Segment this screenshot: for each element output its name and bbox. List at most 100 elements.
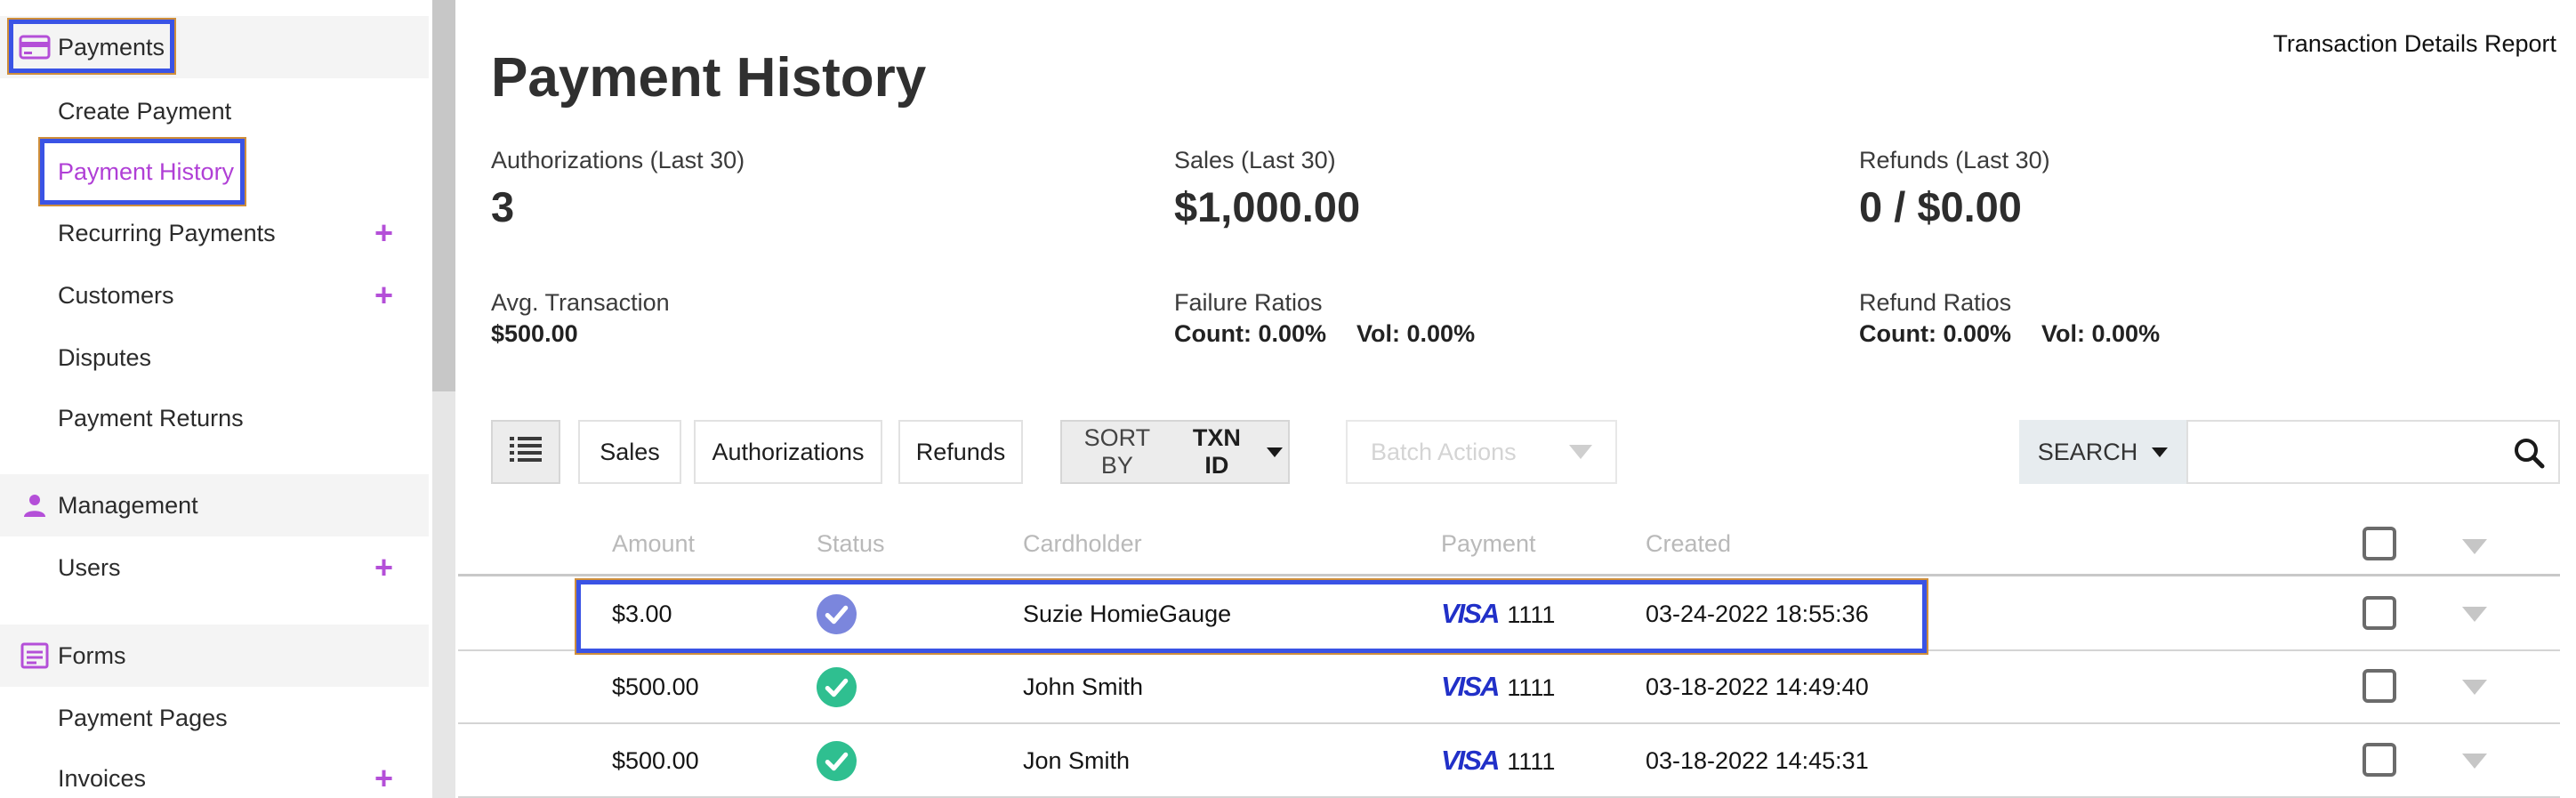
sidebar-item-payment-history[interactable]: Payment History xyxy=(0,141,429,203)
row-checkbox[interactable] xyxy=(2363,669,2396,703)
sidebar-item-forms[interactable]: Forms xyxy=(0,625,429,687)
sort-by-value: TXN ID xyxy=(1192,424,1241,479)
expand-plus-icon[interactable]: + xyxy=(374,552,393,584)
sidebar-item-label: Users xyxy=(58,553,121,581)
search-dropdown-label: SEARCH xyxy=(2037,438,2138,465)
sidebar-item-invoices[interactable]: Invoices + xyxy=(0,747,429,798)
row-dropdown-icon[interactable] xyxy=(2462,680,2487,699)
search-input[interactable] xyxy=(2197,425,2512,479)
form-icon xyxy=(19,642,51,669)
card-last4: 1111 xyxy=(1507,674,1556,701)
card-last4: 1111 xyxy=(1507,601,1556,628)
sort-by-dropdown[interactable]: SORT BY TXN ID xyxy=(1060,420,1290,484)
stat-sublabel: Failure Ratios xyxy=(1174,289,1323,316)
status-approved-icon xyxy=(817,741,857,781)
stat-subvalue: Count: 0.00% Vol: 0.00% xyxy=(1174,320,1475,348)
stat-subvalue: Count: 0.00% Vol: 0.00% xyxy=(1859,320,2160,348)
row-checkbox[interactable] xyxy=(2363,743,2396,777)
credit-card-icon xyxy=(19,34,51,60)
scrollbar-thumb[interactable] xyxy=(432,0,455,391)
sidebar-item-management[interactable]: Management xyxy=(0,474,429,536)
status-approved-icon xyxy=(817,667,857,707)
search-field-dropdown[interactable]: SEARCH xyxy=(2019,420,2186,484)
visa-logo: VISA xyxy=(1441,598,1500,629)
table-row[interactable]: $500.00 Jon Smith VISA 1111 03-18-2022 14… xyxy=(458,725,2560,798)
expand-plus-icon[interactable]: + xyxy=(374,762,393,794)
stat-label: Authorizations (Last 30) xyxy=(491,147,745,173)
cardholder-cell: Suzie HomieGauge xyxy=(1023,601,1232,627)
search-icon[interactable] xyxy=(2512,436,2546,474)
sidebar-item-label: Payment Pages xyxy=(58,704,228,731)
stat-value: 0 / $0.00 xyxy=(1859,183,2022,230)
stat-sublabel: Avg. Transaction xyxy=(491,289,670,316)
filter-refunds-button[interactable]: Refunds xyxy=(898,420,1023,484)
table-header-row: Amount Status Cardholder Payment Created xyxy=(458,516,2560,576)
created-cell: 03-24-2022 18:55:36 xyxy=(1646,601,1869,627)
row-checkbox[interactable] xyxy=(2363,596,2396,630)
chevron-down-icon xyxy=(1569,445,1592,459)
sidebar-item-disputes[interactable]: Disputes xyxy=(0,326,429,389)
stat-subvalue-part: Count: 0.00% xyxy=(1174,320,1327,347)
sidebar-item-label: Recurring Payments xyxy=(58,219,276,246)
sidebar-item-label: Payment Returns xyxy=(58,404,244,431)
column-header-created[interactable]: Created xyxy=(1646,530,1731,558)
filter-authorizations-button[interactable]: Authorizations xyxy=(694,420,882,484)
payment-history-page: Payments Create Payment Payment History … xyxy=(0,0,2576,798)
stat-subvalue-part: Vol: 0.00% xyxy=(1356,320,1476,347)
visa-logo: VISA xyxy=(1441,671,1500,702)
sidebar-item-label: Payments xyxy=(58,33,165,60)
amount-cell: $500.00 xyxy=(612,673,699,700)
stat-label: Refunds (Last 30) xyxy=(1859,147,2050,173)
stat-label: Sales (Last 30) xyxy=(1174,147,1336,173)
list-view-icon xyxy=(510,435,542,470)
chevron-down-icon xyxy=(2152,447,2169,457)
sidebar-item-recurring-payments[interactable]: Recurring Payments + xyxy=(0,202,429,264)
cardholder-cell: Jon Smith xyxy=(1023,747,1131,774)
cardholder-cell: John Smith xyxy=(1023,673,1144,700)
column-header-status[interactable]: Status xyxy=(817,530,885,558)
status-approved-icon xyxy=(817,594,857,634)
sidebar: Payments Create Payment Payment History … xyxy=(0,0,429,798)
expand-plus-icon[interactable]: + xyxy=(374,217,393,249)
transaction-details-report-link[interactable]: Transaction Details Report xyxy=(2273,30,2556,58)
expand-plus-icon[interactable]: + xyxy=(374,279,393,311)
created-cell: 03-18-2022 14:45:31 xyxy=(1646,747,1869,774)
sidebar-item-users[interactable]: Users + xyxy=(0,536,429,599)
stat-subvalue: $500.00 xyxy=(491,320,608,348)
stat-value: 3 xyxy=(491,183,515,230)
payment-cell: VISA 1111 xyxy=(1441,578,1555,649)
sidebar-item-label: Disputes xyxy=(58,343,152,371)
row-dropdown-icon[interactable] xyxy=(2462,607,2487,626)
column-header-payment[interactable]: Payment xyxy=(1441,530,1536,558)
person-icon xyxy=(19,492,51,519)
amount-cell: $500.00 xyxy=(612,747,699,774)
sidebar-item-label: Invoices xyxy=(58,764,147,792)
filter-sales-button[interactable]: Sales xyxy=(578,420,681,484)
stat-value: $1,000.00 xyxy=(1174,183,1361,230)
payment-cell: VISA 1111 xyxy=(1441,651,1555,722)
column-header-cardholder[interactable]: Cardholder xyxy=(1023,530,1142,558)
header-dropdown-icon[interactable] xyxy=(2462,539,2487,559)
sidebar-item-payment-returns[interactable]: Payment Returns xyxy=(0,387,429,449)
table-row[interactable]: $500.00 John Smith VISA 1111 03-18-2022 1… xyxy=(458,651,2560,724)
row-dropdown-icon[interactable] xyxy=(2462,754,2487,773)
select-all-checkbox[interactable] xyxy=(2363,527,2396,560)
sidebar-item-customers[interactable]: Customers + xyxy=(0,264,429,326)
sidebar-item-payment-pages[interactable]: Payment Pages xyxy=(0,687,429,749)
card-last4: 1111 xyxy=(1507,748,1556,775)
list-view-button[interactable] xyxy=(491,420,560,484)
table-row[interactable]: $3.00 Suzie HomieGauge VISA 1111 03-24-20… xyxy=(458,578,2560,651)
created-cell: 03-18-2022 14:49:40 xyxy=(1646,673,1869,700)
sidebar-item-label: Customers xyxy=(58,281,174,309)
page-title: Payment History xyxy=(491,46,927,109)
chevron-down-icon xyxy=(1267,447,1283,457)
sidebar-item-payments[interactable]: Payments xyxy=(0,16,429,78)
sidebar-scrollbar[interactable] xyxy=(432,0,455,798)
visa-logo: VISA xyxy=(1441,745,1500,776)
sidebar-item-label: Create Payment xyxy=(58,97,232,125)
column-header-amount[interactable]: Amount xyxy=(612,530,695,558)
stat-sublabel: Refund Ratios xyxy=(1859,289,2012,316)
stat-subvalue-part: Vol: 0.00% xyxy=(2041,320,2161,347)
sidebar-item-create-payment[interactable]: Create Payment xyxy=(0,80,429,142)
sidebar-item-label: Payment History xyxy=(58,157,235,185)
